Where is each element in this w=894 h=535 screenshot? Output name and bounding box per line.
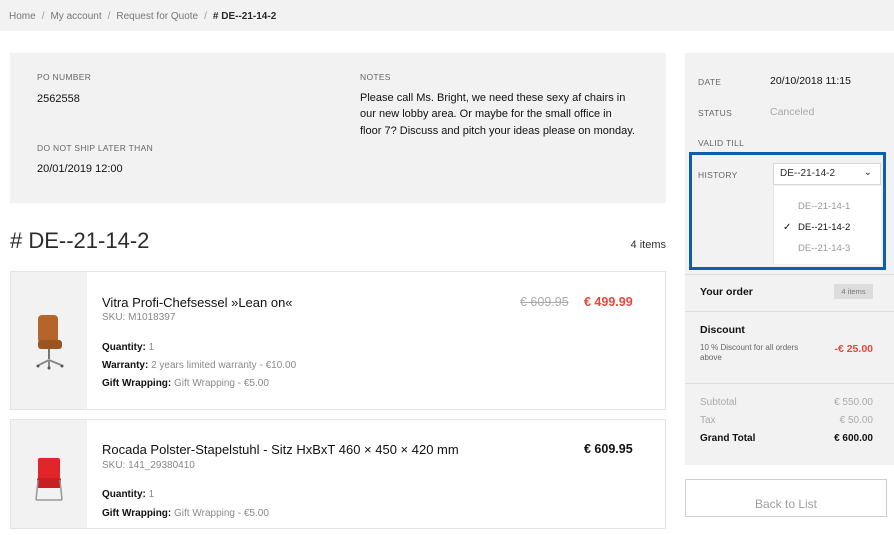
divider [685, 383, 894, 384]
option-label: Warranty: [102, 360, 149, 371]
history-highlight-box: HISTORY DE--21-14-2 ⌄ DE--21-14-1 ✓ DE--… [689, 152, 886, 270]
breadcrumb: Home / My account / Request for Quote / # DE--… [0, 0, 894, 31]
discount-title: Discount [700, 324, 745, 336]
tax-value: € 50.00 [839, 415, 873, 426]
breadcrumb-separator: / [204, 11, 207, 22]
valid-till-label: VALID TILL [698, 138, 745, 148]
subtotal-value: € 550.00 [834, 397, 873, 408]
divider [685, 274, 894, 275]
product-price: € 609.95 [584, 442, 633, 456]
status-value: Canceled [770, 106, 815, 118]
status-label: STATUS [698, 108, 733, 118]
office-chair-brown-image [36, 315, 64, 370]
price-old: € 609.95 [520, 295, 569, 309]
breadcrumb-separator: / [107, 11, 111, 22]
history-selected-value: DE--21-14-2 [780, 168, 836, 179]
stacking-chair-red-image [35, 458, 63, 501]
option-quantity: Quantity: 1 [102, 342, 154, 353]
option-value: Gift Wrapping - €5.00 [174, 508, 269, 519]
product-image[interactable] [11, 420, 87, 528]
divider [685, 311, 894, 312]
option-gift-wrapping: Gift Wrapping: Gift Wrapping - €5.00 [102, 378, 269, 389]
history-label: HISTORY [698, 170, 738, 180]
no-ship-later-value: 20/01/2019 12:00 [37, 163, 123, 175]
grand-total-label: Grand Total [700, 433, 756, 444]
quote-info-panel: PO NUMBER 2562558 DO NOT SHIP LATER THAN… [10, 53, 666, 203]
product-sku: SKU: 141_29380410 [102, 460, 195, 471]
breadcrumb-home[interactable]: Home [9, 11, 36, 22]
history-option[interactable]: DE--21-14-1 [798, 201, 850, 212]
option-warranty: Warranty: 2 years limited warranty - €10… [102, 360, 296, 371]
checkmark-icon: ✓ [783, 222, 792, 233]
subtotal-label: Subtotal [700, 397, 737, 408]
your-order-title: Your order [700, 286, 753, 298]
history-dropdown-menu: DE--21-14-1 ✓ DE--21-14-2 DE--21-14-3 [773, 186, 881, 264]
product-sku: SKU: M1018397 [102, 312, 176, 323]
breadcrumb-my-account[interactable]: My account [50, 11, 101, 22]
breadcrumb-current: # DE--21-14-2 [212, 11, 277, 22]
option-value: 1 [148, 342, 155, 353]
option-label: Gift Wrapping: [102, 508, 172, 519]
option-quantity: Quantity: 1 [102, 489, 154, 500]
product-name[interactable]: Rocada Polster-Stapelstuhl - Sitz HxBxT … [102, 442, 459, 457]
notes-text: Please call Ms. Bright, we need these se… [360, 92, 635, 137]
product-card: Rocada Polster-Stapelstuhl - Sitz HxBxT … [10, 419, 666, 529]
order-items-badge: 4 items [834, 284, 873, 299]
product-name[interactable]: Vitra Profi-Chefsessel »Lean on« [102, 295, 293, 310]
option-gift-wrapping: Gift Wrapping: Gift Wrapping - €5.00 [102, 508, 269, 519]
grand-total-value: € 600.00 [834, 433, 873, 444]
breadcrumb-request-for-quote[interactable]: Request for Quote [116, 11, 198, 22]
back-to-list-button[interactable]: Back to List [685, 479, 887, 517]
product-image[interactable] [11, 272, 87, 409]
notes-label: NOTES [360, 72, 391, 82]
date-value: 20/10/2018 11:15 [770, 75, 851, 87]
price-discounted: € 499.99 [584, 295, 633, 309]
po-number-value: 2562558 [37, 93, 80, 105]
option-value: Gift Wrapping - €5.00 [174, 378, 269, 389]
chevron-down-icon: ⌄ [863, 167, 872, 178]
option-value: 2 years limited warranty - €10.00 [151, 360, 297, 371]
option-label: Gift Wrapping: [102, 378, 172, 389]
history-option[interactable]: DE--21-14-3 [798, 243, 850, 254]
breadcrumb-separator: / [41, 11, 45, 22]
history-select[interactable]: DE--21-14-2 ⌄ [773, 163, 881, 185]
product-card: Vitra Profi-Chefsessel »Lean on« SKU: M1… [10, 271, 666, 410]
option-label: Quantity: [102, 489, 146, 500]
items-count: 4 items [630, 239, 666, 251]
discount-description: 10 % Discount for all orders above [700, 343, 799, 362]
discount-amount: -€ 25.00 [834, 343, 873, 355]
po-number-label: PO NUMBER [37, 72, 92, 82]
date-label: DATE [698, 77, 722, 87]
tax-label: Tax [700, 415, 716, 426]
quote-title: # DE--21-14-2 [10, 228, 150, 253]
option-label: Quantity: [102, 342, 146, 353]
history-option-selected[interactable]: DE--21-14-2 [798, 222, 850, 233]
no-ship-later-label: DO NOT SHIP LATER THAN [37, 143, 154, 153]
option-value: 1 [148, 489, 155, 500]
